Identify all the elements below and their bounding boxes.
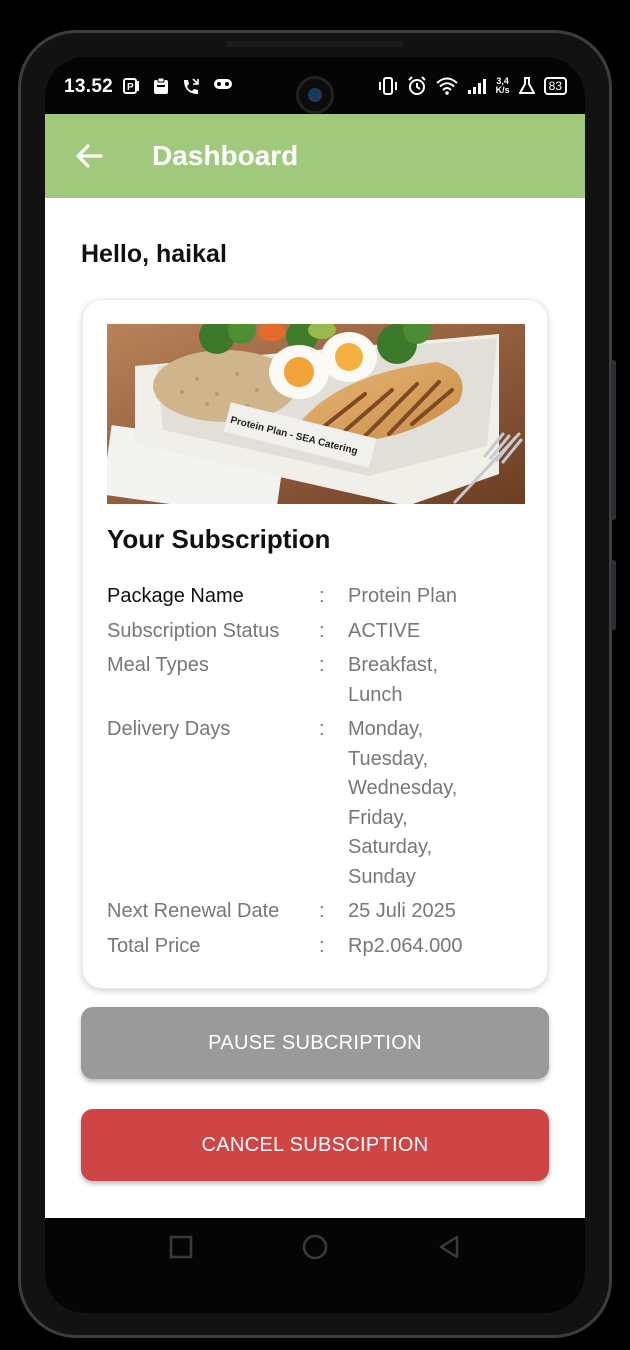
detail-row-total-price: Total Price : Rp2.064.000 (107, 932, 527, 962)
notification-p-icon: P (123, 78, 139, 94)
status-time: 13.52 (64, 76, 114, 97)
subscription-card: Protein Plan - SEA Catering Your Subscri… (82, 299, 548, 989)
arrow-left-icon (76, 144, 103, 168)
earpiece-speaker (226, 41, 404, 47)
detail-value: Monday, Tuesday, Wednesday, Friday, Satu… (348, 718, 458, 888)
meal-image: Protein Plan - SEA Catering (107, 324, 525, 504)
clipboard-icon (154, 77, 168, 94)
status-icons-right: 3,4 K/s 83 (378, 76, 567, 96)
detail-separator: : (319, 900, 325, 922)
home-icon[interactable] (301, 1235, 329, 1263)
detail-label: Next Renewal Date (107, 900, 280, 922)
detail-value: Breakfast, Lunch (348, 654, 439, 706)
status-icons-left: P (123, 77, 233, 97)
detail-row-meal-types: Meal Types : Breakfast, Lunch (107, 651, 527, 710)
missed-call-icon (184, 78, 199, 94)
gamepad-icon (214, 79, 232, 89)
subscription-title: Your Subscription (107, 524, 331, 554)
detail-label: Subscription Status (107, 619, 280, 642)
svg-text:P: P (127, 82, 134, 93)
battery-indicator: 83 (543, 77, 567, 95)
back-button[interactable] (72, 139, 106, 173)
wifi-icon (435, 77, 458, 95)
detail-value: Rp2.064.000 (348, 934, 463, 957)
subscription-details: Package Name : Protein Plan Subscription… (107, 582, 527, 966)
detail-row-next-renewal-date: Next Renewal Date : 25 Juli 2025 (107, 897, 527, 927)
detail-label: Meal Types (107, 654, 209, 676)
volume-button (611, 360, 616, 520)
pause-subscription-button[interactable]: PAUSE SUBCRIPTION (81, 1007, 549, 1079)
detail-separator: : (319, 654, 325, 676)
lab-icon (518, 77, 535, 94)
app-bar: Dashboard (45, 114, 585, 198)
power-button (611, 560, 616, 630)
detail-value: Protein Plan (348, 585, 457, 607)
network-speed-unit: K/s (495, 85, 510, 95)
network-speed: 3,4 K/s (496, 77, 510, 95)
greeting: Hello, haikal (81, 240, 227, 268)
detail-separator: : (319, 585, 325, 607)
front-camera (296, 76, 334, 114)
app-screen: Dashboard Hello, haikal Protein Plan - S… (45, 114, 585, 1218)
detail-label: Package Name (107, 585, 244, 607)
detail-value: 25 Juli 2025 (348, 900, 456, 922)
vibrate-icon (378, 77, 397, 95)
detail-separator: : (319, 718, 325, 740)
detail-row-delivery-days: Delivery Days : Monday, Tuesday, Wednesd… (107, 715, 527, 892)
system-nav-bar (45, 1218, 585, 1288)
detail-separator: : (319, 934, 325, 957)
cancel-subscription-button[interactable]: CANCEL SUBSCIPTION (81, 1109, 549, 1181)
signal-icon (467, 79, 486, 94)
detail-row-subscription-status: Subscription Status : ACTIVE (107, 617, 527, 647)
detail-separator: : (319, 619, 325, 642)
recent-apps-icon[interactable] (169, 1235, 193, 1259)
detail-value: ACTIVE (348, 619, 421, 642)
detail-label: Total Price (107, 934, 201, 957)
detail-row-package-name: Package Name : Protein Plan (107, 582, 527, 612)
alarm-icon (407, 76, 426, 95)
page-title: Dashboard (152, 140, 299, 171)
back-nav-icon[interactable] (437, 1235, 461, 1259)
detail-label: Delivery Days (107, 718, 231, 740)
